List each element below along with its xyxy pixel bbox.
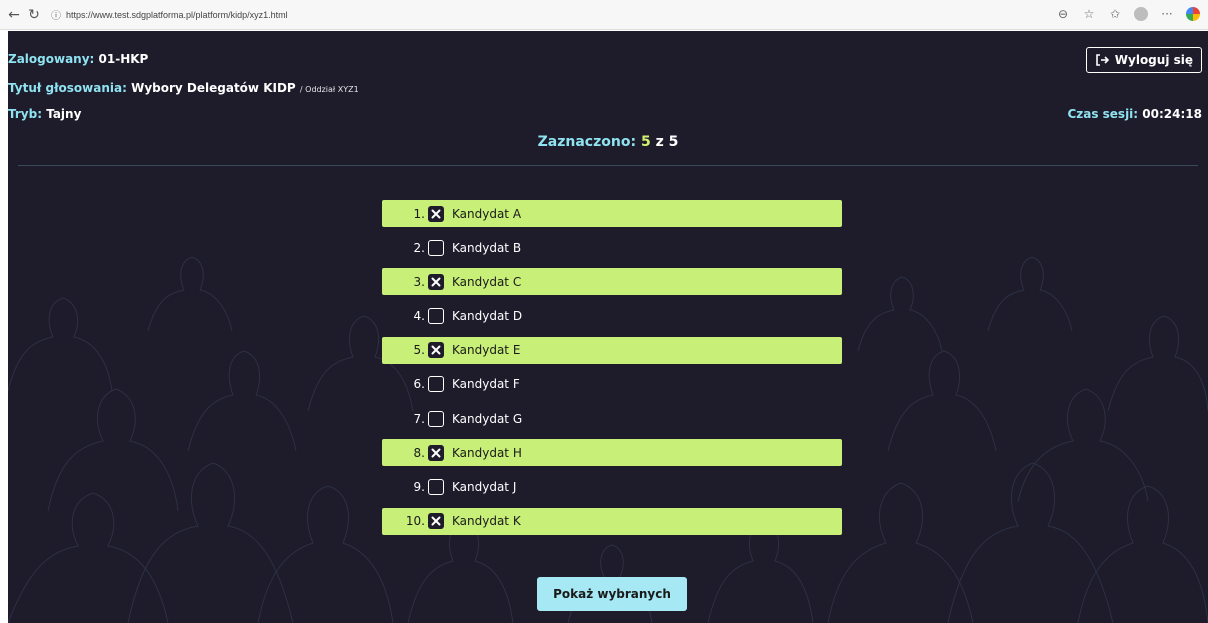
profile-icon[interactable]: [1132, 5, 1150, 23]
mode-value: Tajny: [46, 107, 82, 121]
candidate-name: Kandydat C: [452, 274, 522, 289]
checkbox-empty-icon[interactable]: [428, 239, 444, 256]
checkbox-empty-icon[interactable]: [428, 479, 444, 495]
session-value: 00:24:18: [1142, 107, 1202, 121]
address-url: https://www.test.sdgplatforma.pl/platfor…: [66, 9, 288, 20]
address-bar[interactable]: ⓘ https://www.test.sdgplatforma.pl/platf…: [50, 5, 410, 25]
candidate-row[interactable]: 2. Kandydat B: [382, 234, 842, 261]
candidate-number: 6.: [413, 377, 425, 392]
counter-selected: 5: [640, 134, 651, 150]
selection-counter: Zaznaczono: 5 z 5: [8, 134, 1208, 150]
candidate-number: 9.: [413, 480, 425, 494]
vote-title-line: Tytuł głosowania: Wybory Delegatów KIDP …: [8, 81, 359, 95]
candidate-name: Kandydat D: [452, 309, 523, 324]
candidate-name: Kandydat F: [452, 377, 520, 392]
vote-title-label: Tytuł głosowania:: [8, 81, 127, 95]
counter-total: 5: [668, 134, 679, 150]
candidate-list: 1. Kandydat A 2. Kandydat B 3. Kandydat C 4. Ka…: [382, 200, 842, 542]
candidate-row[interactable]: 3. Kandydat C: [382, 268, 842, 296]
browser-actions: ⊖ ☆ ✩ ···: [1054, 5, 1202, 23]
candidate-row[interactable]: 7. Kandydat G: [382, 405, 842, 432]
browser-toolbar: ← ↻ ⓘ https://www.test.sdgplatforma.pl/p…: [0, 0, 1208, 30]
mode-label: Tryb:: [8, 107, 42, 121]
logged-user: 01-HKP: [98, 52, 149, 66]
reload-icon[interactable]: ↻: [24, 5, 44, 25]
candidate-number: 5.: [413, 343, 425, 358]
extension-icon[interactable]: [1184, 5, 1202, 23]
voting-app: Zalogowany: 01-HKP Tytuł głosowania: Wyb…: [8, 31, 1208, 623]
logged-user-line: Zalogowany: 01-HKP: [8, 52, 148, 66]
favorites-icon[interactable]: ✩: [1106, 5, 1124, 23]
checkbox-checked-icon[interactable]: [428, 513, 444, 530]
candidate-row[interactable]: 9. Kandydat J: [382, 474, 842, 501]
zoom-icon[interactable]: ⊖: [1054, 5, 1072, 23]
candidate-row[interactable]: 4. Kandydat D: [382, 303, 842, 330]
candidate-number: 3.: [413, 274, 425, 289]
candidate-name: Kandydat B: [452, 240, 522, 255]
checkbox-empty-icon[interactable]: [428, 308, 444, 325]
logged-label: Zalogowany:: [8, 52, 95, 66]
candidate-name: Kandydat H: [452, 445, 522, 460]
checkbox-checked-icon[interactable]: [428, 342, 444, 359]
session-timer: Czas sesji: 00:24:18: [1067, 107, 1202, 121]
site-info-icon[interactable]: ⓘ: [50, 9, 62, 22]
candidate-number: 10.: [405, 514, 425, 529]
checkbox-checked-icon[interactable]: [428, 273, 444, 290]
back-arrow-icon[interactable]: ←: [4, 5, 24, 25]
candidate-row[interactable]: 1. Kandydat A: [382, 200, 842, 227]
candidate-name: Kandydat E: [452, 343, 521, 358]
candidate-row[interactable]: 10. Kandydat K: [382, 507, 842, 535]
vote-title: Wybory Delegatów KIDP: [131, 81, 296, 95]
session-label: Czas sesji:: [1067, 107, 1139, 121]
candidate-row[interactable]: 8. Kandydat H: [382, 439, 842, 467]
candidate-row[interactable]: 6. Kandydat F: [382, 371, 842, 398]
show-selected-button[interactable]: Pokaż wybranych: [537, 577, 687, 611]
candidate-row[interactable]: 5. Kandydat E: [382, 336, 842, 364]
logout-icon: [1095, 53, 1109, 67]
checkbox-empty-icon[interactable]: [428, 410, 444, 427]
logout-label: Wyloguj się: [1114, 53, 1193, 67]
candidate-number: 7.: [413, 411, 425, 426]
candidate-number: 2.: [413, 240, 425, 255]
checkbox-checked-icon[interactable]: [428, 205, 444, 222]
mode-line: Tryb: Tajny: [8, 107, 81, 121]
candidate-number: 1.: [413, 206, 425, 221]
checkbox-empty-icon[interactable]: [428, 376, 444, 393]
candidate-number: 8.: [413, 445, 425, 460]
candidate-name: Kandydat J: [452, 480, 517, 494]
candidate-name: Kandydat A: [452, 206, 522, 221]
candidate-name: Kandydat K: [452, 514, 521, 529]
vote-branch: / Oddział XYZ1: [299, 85, 359, 94]
header-divider: [18, 165, 1198, 166]
logout-button[interactable]: Wyloguj się: [1085, 47, 1202, 73]
more-menu-icon[interactable]: ···: [1158, 5, 1176, 23]
candidate-name: Kandydat G: [452, 411, 523, 426]
checkbox-checked-icon[interactable]: [428, 444, 444, 461]
counter-separator: z: [655, 134, 664, 150]
star-icon[interactable]: ☆: [1080, 5, 1098, 23]
candidate-number: 4.: [413, 309, 425, 324]
counter-label: Zaznaczono:: [537, 134, 637, 150]
